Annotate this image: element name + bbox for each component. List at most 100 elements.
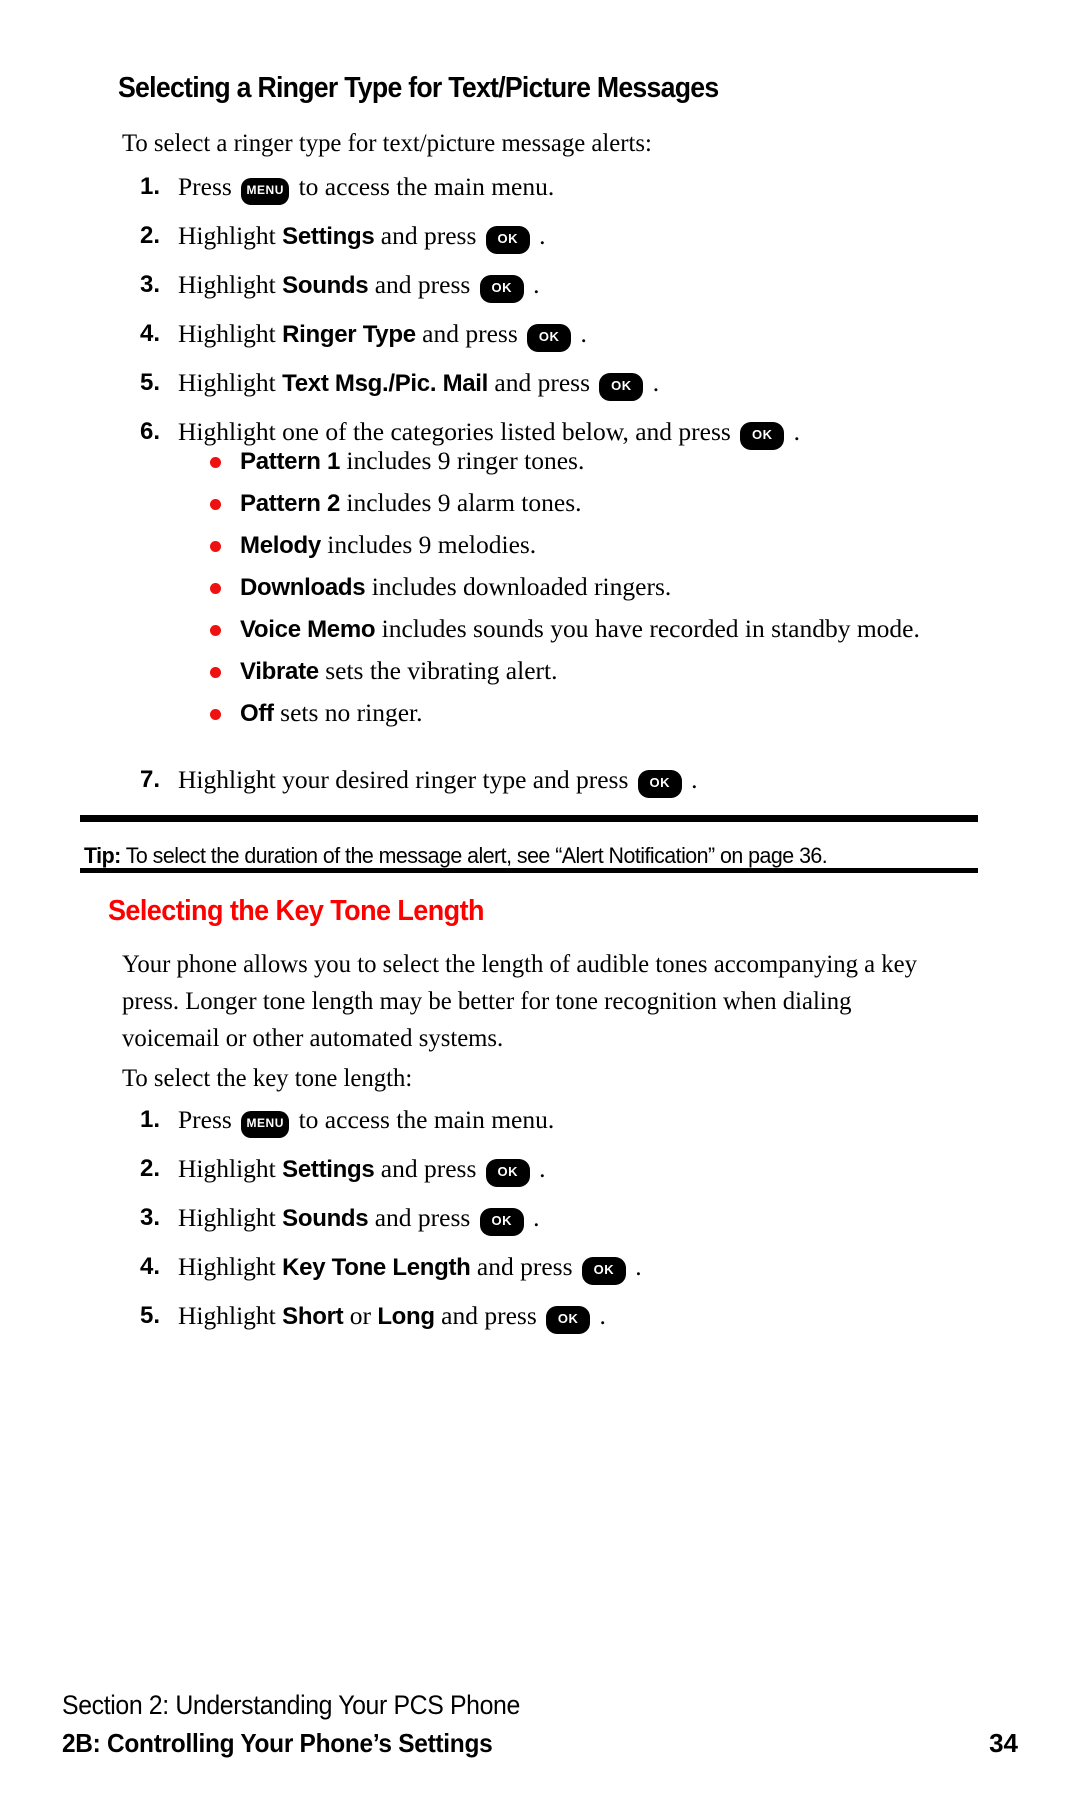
section1-intro: To select a ringer type for text/picture…	[122, 128, 652, 157]
section1-step7-1: 7. Highlight your desired ringer type and…	[0, 765, 1080, 798]
tip-body: To select the duration of the message al…	[120, 843, 828, 868]
section2-step-4: 4. Highlight Key Tone Length and press OK…	[0, 1252, 1080, 1285]
step-text: Press MENU to access the main menu.	[178, 172, 554, 205]
menu-item-name: Text Msg./Pic. Mail	[282, 370, 489, 397]
ringer-category-item: Voice Memo includes sounds you have reco…	[0, 613, 1080, 646]
step-number: 1.	[140, 1106, 161, 1133]
manual-page: Selecting a Ringer Type for Text/Picture…	[0, 0, 1080, 1800]
section2-paragraph: Your phone allows you to select the leng…	[122, 949, 918, 1052]
section2-steps: 1. Press MENU to access the main menu. 2. H…	[0, 1105, 1080, 1350]
category-description: includes sounds you have recorded in sta…	[375, 614, 920, 643]
menu-item-name-alt: Long	[377, 1303, 435, 1330]
category-description: includes 9 melodies.	[320, 530, 537, 559]
bullet-dot-icon	[210, 457, 221, 468]
step-number: 4.	[140, 1253, 161, 1280]
section2-step-5: 5. Highlight Short or Long and press OK .	[0, 1301, 1080, 1334]
category-name: Melody	[240, 532, 321, 559]
footer-section-label: Section 2: Understanding Your PCS Phone	[62, 1690, 520, 1720]
ok-key-icon: OK	[485, 226, 530, 254]
section1-step7: 7. Highlight your desired ringer type and…	[0, 765, 1080, 814]
section1-step-1: 1. Press MENU to access the main menu.	[0, 172, 1080, 205]
step-text: Highlight Ringer Type and press OK .	[178, 319, 587, 352]
ok-key-icon: OK	[599, 373, 644, 401]
footer-chapter-label: 2B: Controlling Your Phone’s Settings	[62, 1728, 493, 1758]
step-number: 5.	[140, 369, 161, 396]
step-text: Highlight one of the categories listed b…	[178, 417, 800, 450]
ok-key-icon: OK	[546, 1306, 591, 1334]
section2-step-3: 3. Highlight Sounds and press OK .	[0, 1203, 1080, 1236]
ok-key-icon: OK	[581, 1257, 626, 1285]
category-description: includes downloaded ringers.	[365, 572, 672, 601]
section2-intro: To select the key tone length:	[122, 1063, 413, 1092]
step-number: 2.	[140, 222, 161, 249]
step-number: 3.	[140, 271, 161, 298]
section1-heading: Selecting a Ringer Type for Text/Picture…	[118, 72, 719, 104]
category-name: Downloads	[240, 574, 366, 601]
tip-rule-top	[80, 815, 978, 822]
bullet-dot-icon	[210, 625, 221, 636]
category-name: Vibrate	[240, 658, 319, 685]
step-text: Highlight Key Tone Length and press OK .	[178, 1252, 642, 1285]
bullet-dot-icon	[210, 667, 221, 678]
section1-step-3: 3. Highlight Sounds and press OK .	[0, 270, 1080, 303]
category-description: sets the vibrating alert.	[318, 656, 558, 685]
section1-steps: 1. Press MENU to access the main menu. 2. H…	[0, 172, 1080, 466]
category-name: Voice Memo	[240, 616, 376, 643]
step-number: 3.	[140, 1204, 161, 1231]
menu-item-name: Settings	[282, 223, 375, 250]
category-name: Off	[240, 700, 274, 727]
tip-rule-bottom	[80, 868, 978, 873]
ringer-category-item: Vibrate sets the vibrating alert.	[0, 655, 1080, 688]
menu-key-icon: MENU	[241, 1111, 290, 1138]
menu-item-name: Settings	[282, 1156, 375, 1183]
ringer-category-item: Melody includes 9 melodies.	[0, 529, 1080, 562]
bullet-dot-icon	[210, 583, 221, 594]
step-text: Highlight Settings and press OK .	[178, 221, 546, 254]
category-description: sets no ringer.	[273, 698, 423, 727]
step-number: 6.	[140, 418, 161, 445]
step-text: Highlight your desired ringer type and p…	[178, 765, 698, 798]
ok-key-icon: OK	[479, 275, 524, 303]
menu-item-name: Sounds	[282, 272, 369, 299]
ringer-category-item: Downloads includes downloaded ringers.	[0, 571, 1080, 604]
ok-key-icon: OK	[637, 770, 682, 798]
section2-heading: Selecting the Key Tone Length	[108, 895, 484, 927]
menu-key-icon: MENU	[241, 178, 290, 205]
ok-key-icon: OK	[527, 324, 572, 352]
step-number: 7.	[140, 766, 161, 793]
menu-item-name: Key Tone Length	[282, 1254, 471, 1281]
category-name: Pattern 2	[240, 490, 341, 517]
section2-step-2: 2. Highlight Settings and press OK .	[0, 1154, 1080, 1187]
category-description: includes 9 ringer tones.	[340, 446, 585, 475]
tip-label: Tip:	[84, 843, 121, 868]
category-description: includes 9 alarm tones.	[340, 488, 582, 517]
bullet-dot-icon	[210, 541, 221, 552]
section1-step-5: 5. Highlight Text Msg./Pic. Mail and pres…	[0, 368, 1080, 401]
ringer-category-item: Pattern 2 includes 9 alarm tones.	[0, 487, 1080, 520]
step-text: Highlight Settings and press OK .	[178, 1154, 546, 1187]
ok-key-icon: OK	[485, 1159, 530, 1187]
menu-item-name: Short	[282, 1303, 344, 1330]
section1-step-4: 4. Highlight Ringer Type and press OK .	[0, 319, 1080, 352]
section1-step-2: 2. Highlight Settings and press OK .	[0, 221, 1080, 254]
step-number: 2.	[140, 1155, 161, 1182]
bullet-dot-icon	[210, 499, 221, 510]
step-number: 1.	[140, 173, 161, 200]
step-text: Highlight Sounds and press OK .	[178, 1203, 539, 1236]
page-number: 34	[989, 1728, 1018, 1758]
section2-step-1: 1. Press MENU to access the main menu.	[0, 1105, 1080, 1138]
step-text: Press MENU to access the main menu.	[178, 1105, 554, 1138]
menu-item-name: Ringer Type	[282, 321, 416, 348]
ringer-category-item: Off sets no ringer.	[0, 697, 1080, 730]
ringer-category-item: Pattern 1 includes 9 ringer tones.	[0, 445, 1080, 478]
step-text: Highlight Short or Long and press OK .	[178, 1301, 606, 1334]
step-text: Highlight Sounds and press OK .	[178, 270, 539, 303]
menu-item-name: Sounds	[282, 1205, 369, 1232]
tip-text: Tip: To select the duration of the messa…	[84, 843, 939, 869]
bullet-dot-icon	[210, 709, 221, 720]
ok-key-icon: OK	[479, 1208, 524, 1236]
category-name: Pattern 1	[240, 448, 341, 475]
ringer-category-list: Pattern 1 includes 9 ringer tones. Patter…	[0, 445, 1080, 739]
step-number: 5.	[140, 1302, 161, 1329]
step-number: 4.	[140, 320, 161, 347]
